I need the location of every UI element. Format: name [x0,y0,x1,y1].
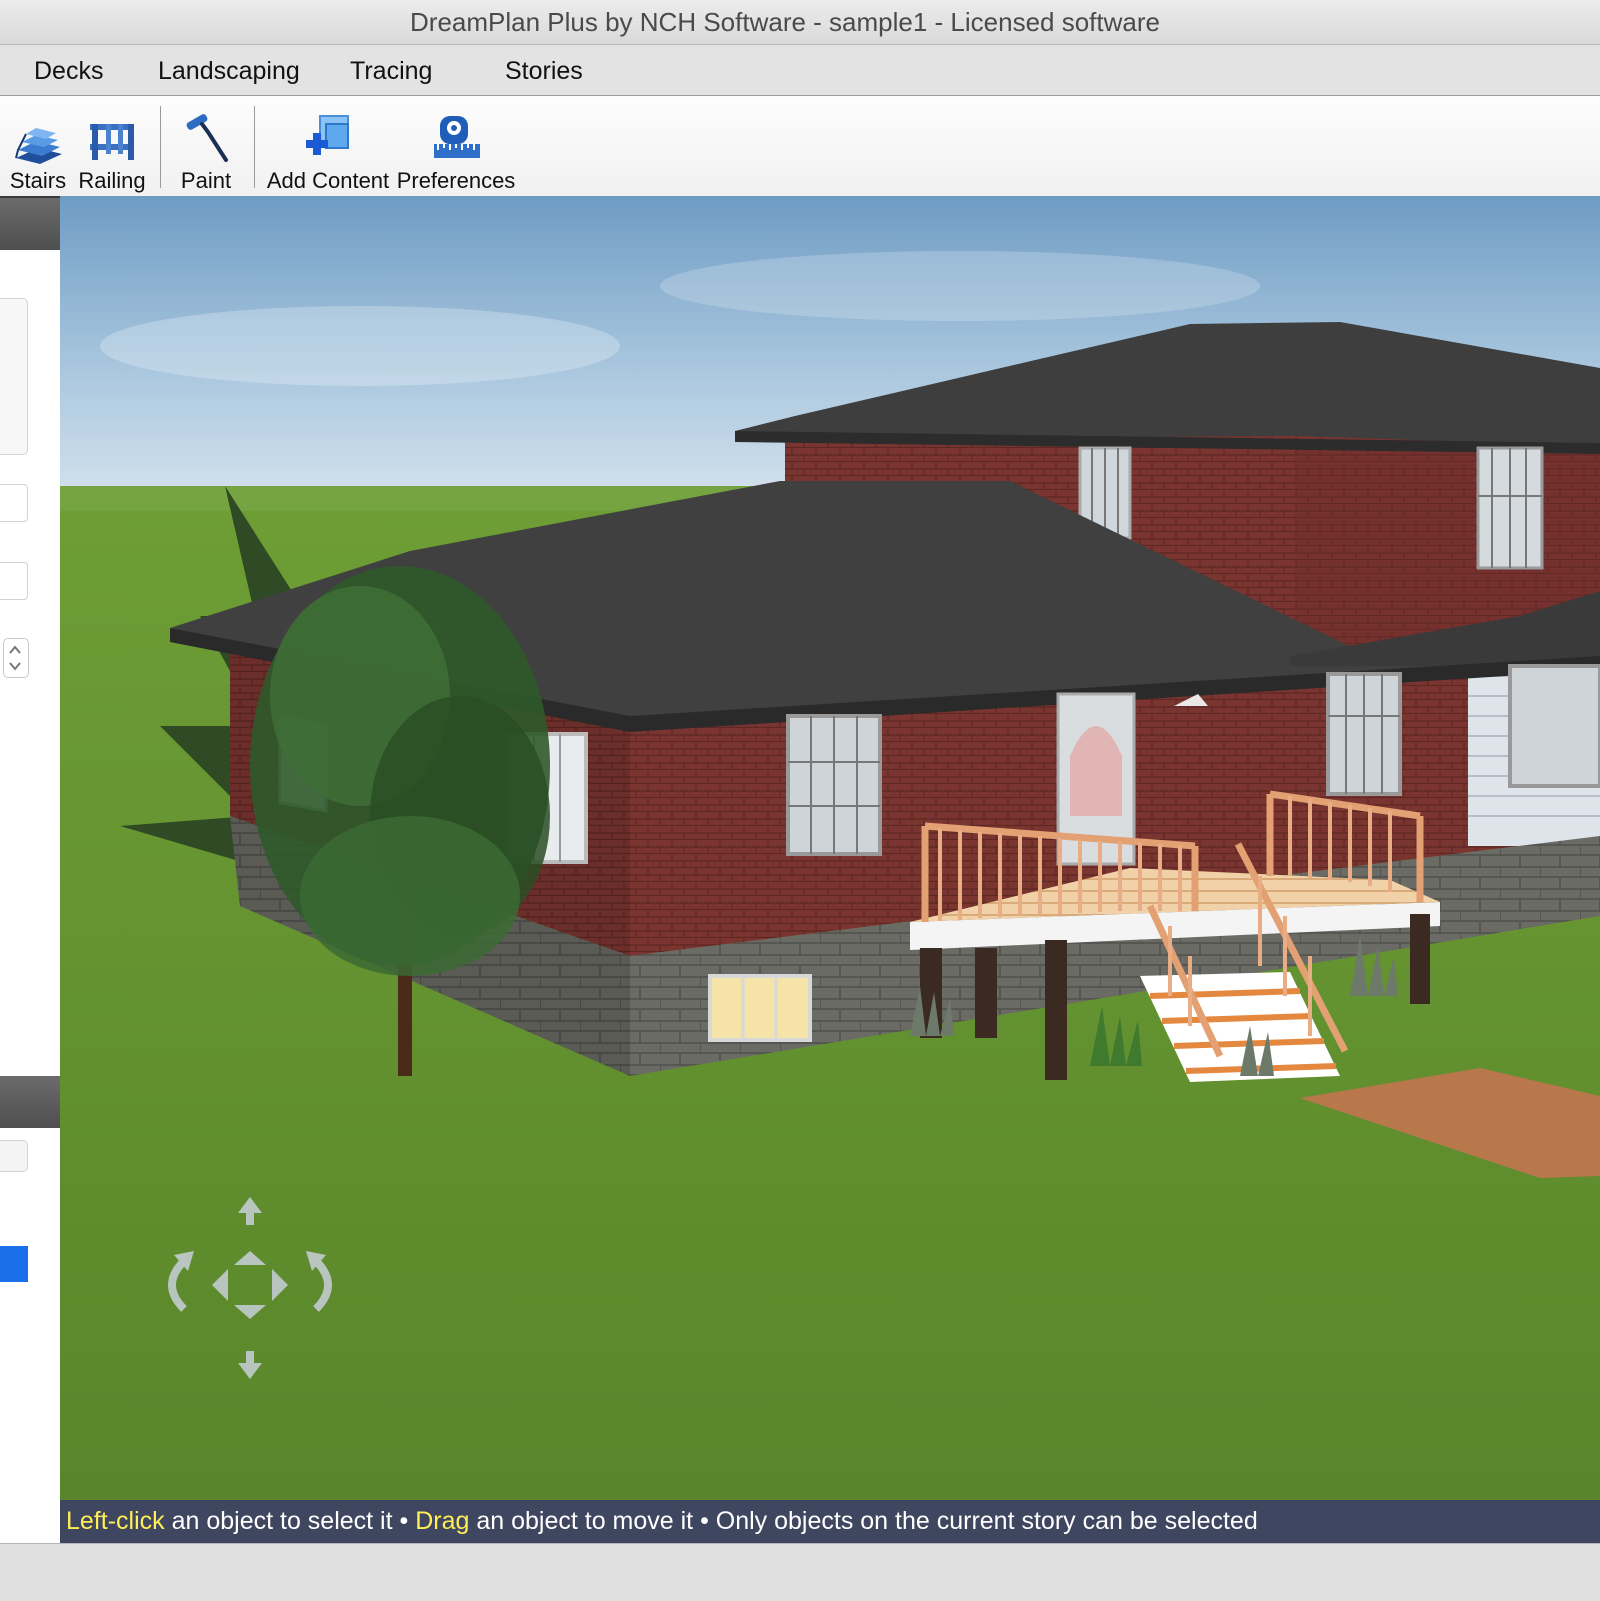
status-text: an object to move it • Only objects on t… [469,1507,1258,1535]
preferences-label: Preferences [396,168,516,193]
stairs-icon [8,96,68,166]
panel-stepper[interactable] [3,638,29,678]
toolbar-separator [160,106,161,188]
status-text: an object to select it • [164,1507,416,1535]
rotate-right-arrow [313,1258,332,1312]
paint-button[interactable]: Paint [176,96,236,196]
tape-measure-icon [426,96,486,166]
toolbar-separator [254,106,255,188]
status-left-click-hint: Left-click [66,1507,165,1535]
move-backward-arrow [238,1351,262,1379]
3d-viewport[interactable] [60,196,1600,1543]
bottom-bar [0,1543,1600,1601]
window-title: DreamPlan Plus by NCH Software - sample1… [410,6,1160,37]
add-content-button[interactable]: Add Content [266,96,390,196]
panel-input-field[interactable] [0,484,28,522]
railing-label: Railing [78,168,146,193]
add-content-label: Add Content [266,168,390,193]
rotate-left-arrow [168,1258,187,1312]
panel-selected-button[interactable] [0,1246,28,1282]
stairs-button[interactable]: Stairs [8,96,68,196]
railing-icon [82,96,142,166]
tilt-up-arrow [234,1251,266,1265]
pan-left-arrow [212,1269,228,1301]
add-content-icon [298,96,358,166]
pan-right-arrow [272,1269,288,1301]
panel-header [0,198,60,250]
tilt-down-arrow [234,1305,266,1319]
menu-stories[interactable]: Stories [505,57,583,86]
panel-input-field[interactable] [0,562,28,600]
railing-button[interactable]: Railing [78,96,146,196]
preferences-button[interactable]: Preferences [396,96,516,196]
menu-bar: Decks Landscaping Tracing Stories [0,45,1600,96]
status-drag-hint: Drag [415,1507,470,1535]
menu-tracing[interactable]: Tracing [350,57,432,86]
stairs-label: Stairs [9,168,67,193]
move-forward-arrow [238,1197,262,1225]
menu-landscaping[interactable]: Landscaping [158,57,300,86]
status-bar: Left-click an object to select it • Drag… [60,1500,1600,1543]
title-bar: DreamPlan Plus by NCH Software - sample1… [0,0,1600,45]
panel-preview-box [0,298,28,455]
camera-navigation-control [160,1191,350,1391]
toolbar: Stairs Railing Paint Add Content Prefere… [0,96,1600,198]
paint-label: Paint [180,168,232,193]
left-panel [0,198,60,1543]
panel-header [0,1076,60,1128]
panel-input-field[interactable] [0,1140,28,1172]
menu-decks[interactable]: Decks [34,57,103,86]
paint-roller-icon [176,96,236,166]
